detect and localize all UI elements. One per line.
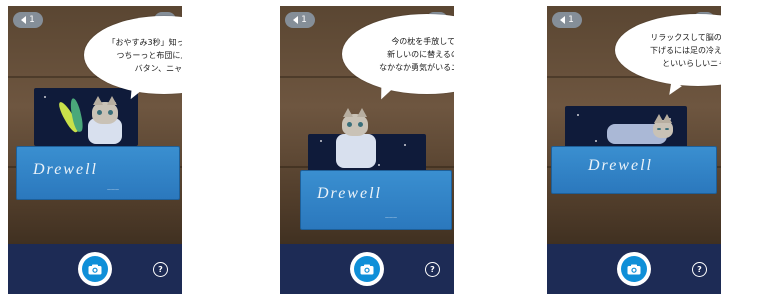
camera-button[interactable] — [78, 252, 112, 286]
cat-body — [336, 134, 376, 168]
back-label: 1 — [568, 15, 574, 25]
bubble-line: バタン、ニャム! — [134, 63, 182, 73]
camera-icon — [360, 264, 374, 274]
product-box: Drewell ——— — [16, 146, 180, 200]
cat-character — [653, 114, 673, 138]
camera-button[interactable] — [350, 252, 384, 286]
product-brand: Drewell — [33, 161, 98, 178]
chevron-left-icon — [293, 16, 299, 24]
chevron-left-icon — [21, 16, 27, 24]
back-button[interactable]: 1 — [552, 12, 582, 28]
bubble-line: 今の枕を手放して、 — [391, 36, 454, 46]
bubble-line: 「おやすみ3秒」知ってるニャ? — [107, 37, 182, 47]
speech-bubble: 「おやすみ3秒」知ってるニャ? つちーっと布団に入って、 バタン、ニャム! — [84, 16, 182, 94]
camera-icon — [627, 264, 641, 274]
bubble-line: 新しいのに替えるのは — [387, 49, 454, 59]
back-label: 1 — [301, 15, 307, 25]
bottom-toolbar: ? — [8, 244, 182, 294]
bubble-line: つちーっと布団に入って、 — [116, 50, 182, 60]
product-box: Drewell ——— — [300, 170, 452, 230]
help-button[interactable]: ? — [425, 262, 440, 277]
bubble-line: リラックスして脳の温度を — [650, 32, 721, 42]
back-label: 1 — [29, 15, 35, 25]
product-brand: Drewell — [588, 157, 653, 174]
bottom-toolbar: ? — [280, 244, 454, 294]
app-screen-2: 1 Drewell ——— ? 今の枕を手放して、 新しいの — [280, 6, 454, 294]
bubble-line: なかなか勇気がいるニャ。 — [379, 62, 454, 72]
help-button[interactable]: ? — [692, 262, 707, 277]
bubble-line: 下げるには足の冷えがある — [650, 45, 721, 55]
camera-icon — [88, 264, 102, 274]
bottom-toolbar: ? — [547, 244, 721, 294]
bubble-line: といいらしいニャ。 — [662, 58, 721, 68]
help-button[interactable]: ? — [153, 262, 168, 277]
app-screen-3: 1 Drewell ? リラックスして脳の温度を — [547, 6, 721, 294]
product-brand: Drewell — [317, 185, 382, 202]
ar-card — [34, 88, 138, 146]
cat-character — [92, 96, 118, 124]
back-button[interactable]: 1 — [13, 12, 43, 28]
product-box: Drewell — [551, 146, 717, 194]
cat-character — [342, 108, 368, 136]
speech-bubble: 今の枕を手放して、 新しいのに替えるのは なかなか勇気がいるニャ。 — [342, 14, 454, 94]
app-screen-1: 1 Drewell ——— ? 「おやすみ3秒」知っ つちーっと布団に バタン、… — [8, 6, 182, 294]
back-button[interactable]: 1 — [285, 12, 315, 28]
chevron-left-icon — [560, 16, 566, 24]
camera-button[interactable] — [617, 252, 651, 286]
